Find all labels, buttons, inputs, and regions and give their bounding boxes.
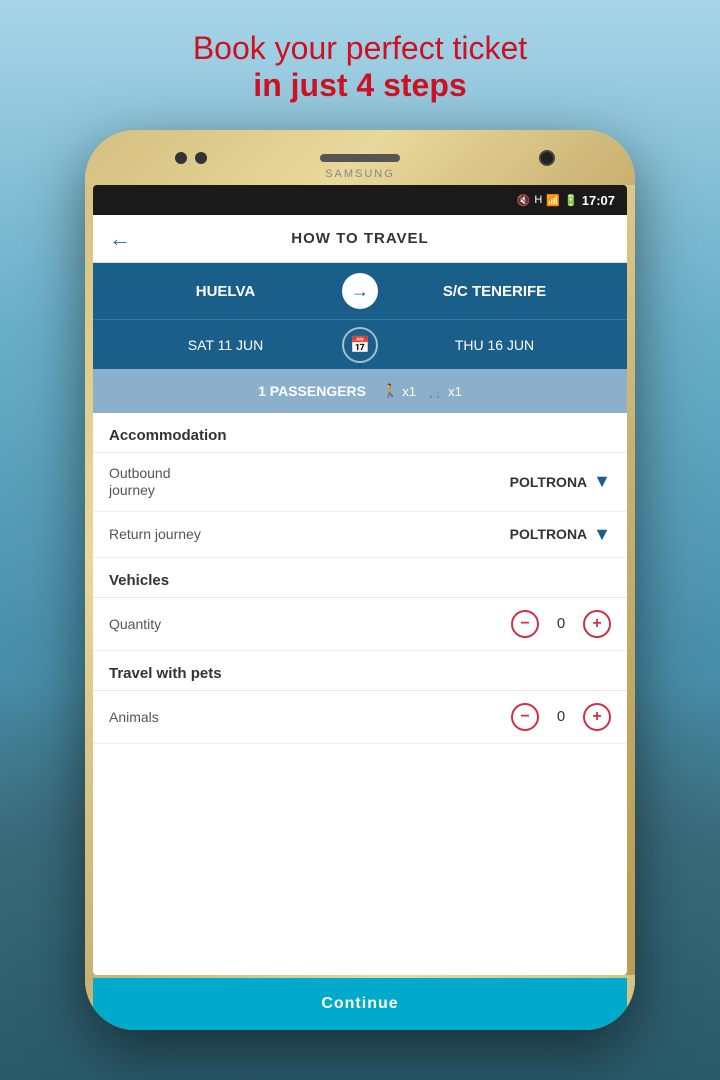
vehicles-section-header: Vehicles — [93, 558, 627, 598]
outbound-journey-row: Outboundjourney POLTRONA ▼ — [93, 453, 627, 512]
calendar-button[interactable]: 📅 — [342, 327, 378, 363]
pets-section-header: Travel with pets — [93, 651, 627, 691]
accommodation-section-header: Accommodation — [93, 413, 627, 453]
pets-title: Travel with pets — [109, 665, 611, 682]
passengers-label: 1 PASSENGERS — [258, 383, 366, 399]
quantity-label: Quantity — [109, 616, 511, 632]
animals-row: Animals − 0 + — [93, 691, 627, 744]
return-date: THU 16 JUN — [378, 337, 611, 353]
return-journey-row: Return journey POLTRONA ▼ — [93, 512, 627, 558]
status-time: 17:07 — [582, 193, 615, 208]
phone-speaker — [320, 154, 400, 162]
animals-value: 0 — [551, 708, 571, 725]
quantity-controls: − 0 + — [511, 610, 611, 638]
app-title: HOW TO TRAVEL — [291, 230, 428, 247]
header-line1: Book your perfect ticket — [0, 30, 720, 67]
person-icon: 🚶 — [382, 383, 398, 399]
phone-screen: 🔇 H 📶 🔋 17:07 ← HOW TO TRAVEL HUELVA → S… — [93, 185, 627, 975]
calendar-icon: 📅 — [350, 335, 370, 355]
animals-minus-button[interactable]: − — [511, 703, 539, 731]
route-origin: HUELVA — [109, 283, 342, 300]
camera-right — [195, 152, 207, 164]
adult-icon-group: 🚶 x1 — [382, 383, 416, 399]
status-icons: 🔇 H 📶 🔋 — [517, 194, 578, 207]
return-journey-value: POLTRONA — [510, 526, 588, 542]
route-arrow-circle: → — [342, 273, 378, 309]
return-dropdown-icon: ▼ — [593, 524, 611, 545]
animals-label: Animals — [109, 709, 511, 725]
passengers-bar: 1 PASSENGERS 🚶 x1 🛒 x1 — [93, 369, 627, 413]
front-camera — [539, 150, 555, 166]
network-icon: H — [534, 194, 542, 206]
battery-icon: 🔋 — [564, 194, 578, 207]
header-line2: in just 4 steps — [0, 67, 720, 104]
brand-text: SAMSUNG — [325, 168, 395, 180]
adult-count: x1 — [402, 384, 416, 399]
quantity-minus-button[interactable]: − — [511, 610, 539, 638]
stroller-icon-group: 🛒 x1 — [428, 383, 462, 399]
outbound-journey-label: Outboundjourney — [109, 465, 510, 499]
quantity-plus-button[interactable]: + — [583, 610, 611, 638]
departure-date: SAT 11 JUN — [109, 337, 342, 353]
signal-icon: 📶 — [546, 194, 560, 207]
phone-top: SAMSUNG — [85, 130, 635, 185]
stroller-icon: 🛒 — [428, 383, 444, 399]
route-destination: S/C TENERIFE — [378, 283, 611, 300]
app-bar: ← HOW TO TRAVEL — [93, 215, 627, 263]
stroller-count: x1 — [448, 384, 462, 399]
date-bar: SAT 11 JUN 📅 THU 16 JUN — [93, 319, 627, 369]
camera-left — [175, 152, 187, 164]
content-area: Accommodation Outboundjourney POLTRONA ▼… — [93, 413, 627, 744]
header-section: Book your perfect ticket in just 4 steps — [0, 30, 720, 104]
back-button[interactable]: ← — [109, 226, 131, 252]
passenger-icons: 🚶 x1 🛒 x1 — [382, 383, 462, 399]
animals-controls: − 0 + — [511, 703, 611, 731]
animals-plus-button[interactable]: + — [583, 703, 611, 731]
phone-frame: SAMSUNG 🔇 H 📶 🔋 17:07 ← HOW TO TRAVEL HU… — [85, 130, 635, 1030]
return-journey-label: Return journey — [109, 526, 510, 542]
outbound-dropdown-icon: ▼ — [593, 471, 611, 492]
mute-icon: 🔇 — [517, 194, 531, 207]
status-bar: 🔇 H 📶 🔋 17:07 — [93, 185, 627, 215]
outbound-journey-select[interactable]: POLTRONA ▼ — [510, 471, 611, 492]
route-bar: HUELVA → S/C TENERIFE — [93, 263, 627, 319]
outbound-journey-value: POLTRONA — [510, 474, 588, 490]
quantity-value: 0 — [551, 615, 571, 632]
route-arrow-icon: → — [351, 281, 369, 302]
vehicles-title: Vehicles — [109, 572, 611, 589]
return-journey-select[interactable]: POLTRONA ▼ — [510, 524, 611, 545]
quantity-row: Quantity − 0 + — [93, 598, 627, 651]
accommodation-title: Accommodation — [109, 427, 611, 444]
